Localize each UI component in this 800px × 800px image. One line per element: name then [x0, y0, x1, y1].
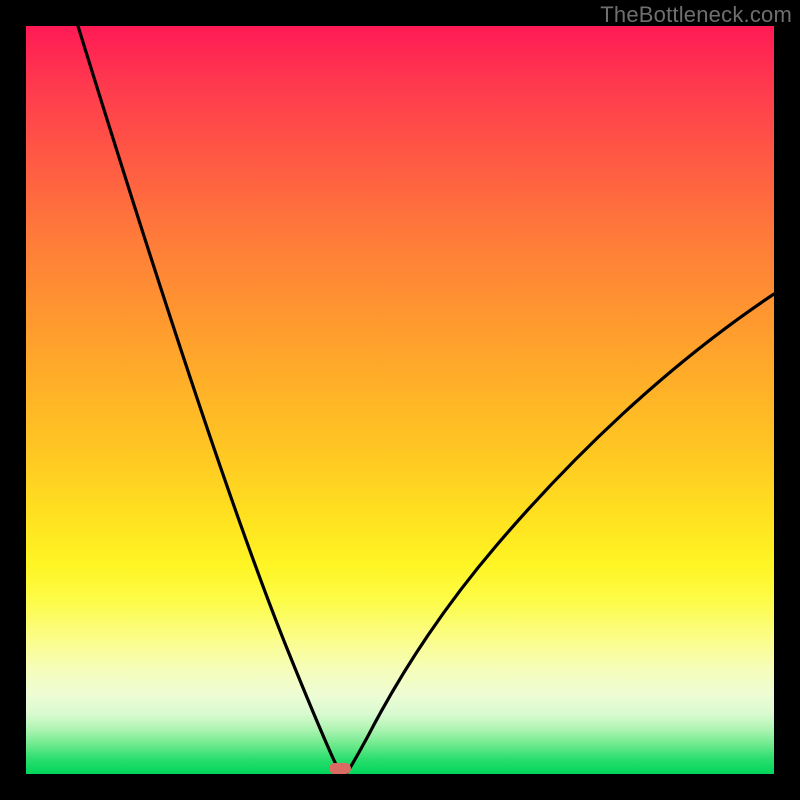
- chart-frame: TheBottleneck.com: [0, 0, 800, 800]
- curve-right-branch: [346, 294, 774, 774]
- bottleneck-curve: [26, 26, 774, 774]
- vertex-marker: [329, 763, 351, 774]
- curve-left-branch: [78, 26, 342, 774]
- watermark-text: TheBottleneck.com: [600, 2, 792, 28]
- plot-area: [26, 26, 774, 774]
